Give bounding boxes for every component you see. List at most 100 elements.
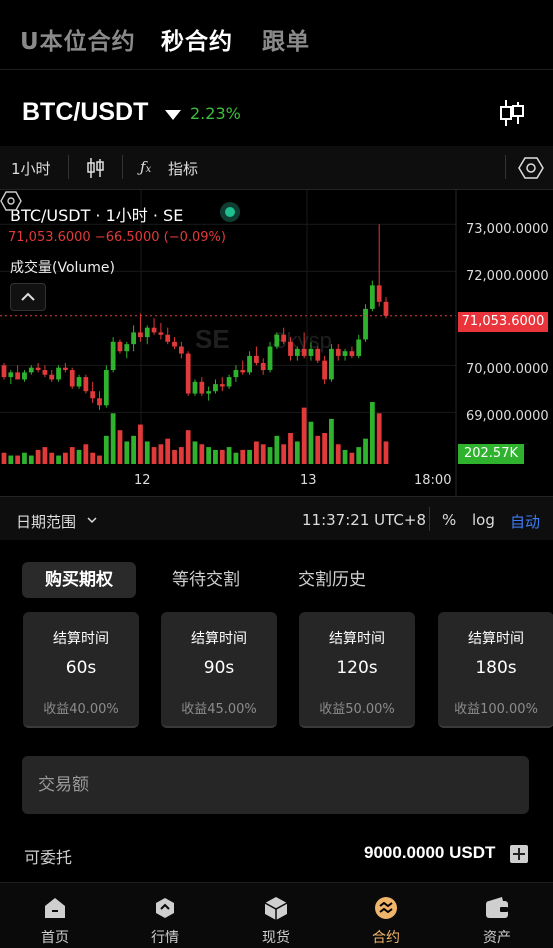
toolbar-divider <box>505 155 506 179</box>
tab-buy-option[interactable]: 购买期权 <box>22 562 136 598</box>
x-tick: 13 <box>300 473 317 488</box>
volume-bar <box>213 449 218 464</box>
log-toggle[interactable]: log <box>472 511 495 529</box>
volume-bar <box>97 455 102 464</box>
candle-body <box>151 327 157 333</box>
x-tick: 18:00 <box>414 473 452 488</box>
nav-spot[interactable]: 现货 <box>221 883 331 948</box>
candle <box>356 334 362 359</box>
candle <box>138 313 143 342</box>
y-tick: 72,000.0000 <box>466 269 549 284</box>
home-icon <box>45 898 65 918</box>
chart-settings-icon[interactable] <box>0 190 22 212</box>
candle-body <box>90 391 96 399</box>
nav-label: 现货 <box>262 930 290 946</box>
candle <box>363 304 368 342</box>
volume-bar <box>260 444 266 464</box>
candle-body <box>254 355 259 363</box>
volume-bar <box>138 424 143 464</box>
chart-toolbar: 1小时 ƒx 指标 <box>0 146 553 190</box>
duration-card[interactable]: 结算时间 90s 收益45.00% <box>161 612 277 728</box>
pair-change: 2.23% <box>190 104 241 123</box>
candle-body <box>63 367 68 371</box>
chart-price-line: 71,053.6000 −66.5000 (−0.09%) <box>8 230 226 245</box>
collapse-legend-button[interactable] <box>10 283 46 311</box>
duration-card[interactable]: 结算时间 120s 收益50.00% <box>299 612 415 728</box>
card-yield: 收益45.00% <box>181 702 257 717</box>
candle-body <box>383 301 389 316</box>
volume-bar <box>117 430 123 464</box>
current-price-tag: 71,053.6000 <box>458 312 548 332</box>
volume-bar <box>240 449 246 464</box>
duration-cards: 结算时间 60s 收益40.00% 结算时间 90s 收益45.00% 结算时间… <box>0 612 553 730</box>
toolbar-divider <box>122 155 123 179</box>
nav-market[interactable]: 行情 <box>110 883 220 948</box>
candle <box>315 346 321 363</box>
candle-body <box>1 365 7 378</box>
price-chart[interactable]: SE Skysp BTC/USDT · 1小时 · SE 71,053.6000… <box>0 190 553 496</box>
volume-bar <box>322 433 327 464</box>
volume-bar <box>356 447 362 464</box>
add-funds-icon[interactable] <box>510 845 528 863</box>
volume-bar <box>342 449 348 464</box>
tab-pending-settlement[interactable]: 等待交割 <box>160 562 252 598</box>
candle <box>124 341 130 359</box>
candle-body <box>69 370 75 387</box>
x-tick: 12 <box>134 473 151 488</box>
candle <box>342 348 348 361</box>
candle <box>117 339 123 354</box>
nav-contract[interactable]: 合约 <box>331 883 441 948</box>
volume-bar <box>22 452 27 464</box>
nav-label: 合约 <box>372 930 400 946</box>
candle <box>131 325 136 352</box>
tab-settlement-history[interactable]: 交割历史 <box>286 562 378 598</box>
candle-body <box>35 367 41 371</box>
candle-body <box>274 334 280 347</box>
candle-body <box>199 381 205 394</box>
auto-scale-toggle[interactable]: 自动 <box>510 511 540 532</box>
volume-bar <box>301 407 307 464</box>
candlestick-toggle-icon[interactable] <box>498 98 526 128</box>
candle-body <box>315 348 321 361</box>
volume-bar <box>363 438 368 464</box>
indicators-button[interactable]: 指标 <box>168 158 198 179</box>
clock-display[interactable]: 11:37:21 UTC+8 <box>302 511 426 529</box>
candle <box>329 344 334 382</box>
volume-bar <box>206 447 212 464</box>
interval-selector[interactable]: 1小时 <box>11 158 51 179</box>
tab-second-contract[interactable]: 秒合约 <box>161 22 233 56</box>
nav-home[interactable]: 首页 <box>0 883 110 948</box>
volume-bar <box>165 438 171 464</box>
volume-bar <box>308 421 314 464</box>
settings-hexagon-icon[interactable] <box>518 155 544 181</box>
date-range-button[interactable]: 日期范围 <box>16 511 76 532</box>
chevron-down-icon[interactable] <box>86 515 98 525</box>
percent-toggle[interactable]: % <box>442 511 456 529</box>
candle-body <box>165 334 171 342</box>
trade-amount-input[interactable] <box>22 756 529 814</box>
candle <box>28 365 34 375</box>
candle-body <box>329 348 334 380</box>
volume-bar <box>103 435 109 464</box>
candle <box>376 224 382 307</box>
duration-card[interactable]: 结算时间 180s 收益100.00% <box>438 612 553 728</box>
candle-body <box>110 341 116 371</box>
card-duration: 60s <box>65 658 97 678</box>
tab-usdt-futures[interactable]: U本位合约 <box>20 22 136 56</box>
duration-card[interactable]: 结算时间 60s 收益40.00% <box>23 612 139 728</box>
candle-body <box>97 398 102 406</box>
pair-name[interactable]: BTC/USDT <box>22 98 148 127</box>
function-icon[interactable]: ƒx <box>140 158 151 176</box>
pair-dropdown-icon[interactable] <box>165 110 181 120</box>
nav-assets[interactable]: 资产 <box>442 883 552 948</box>
volume-bar <box>192 441 198 464</box>
candle-body <box>376 285 382 302</box>
volume-bar <box>178 447 184 464</box>
wallet-icon <box>486 897 508 918</box>
volume-bar <box>49 452 55 464</box>
candle <box>35 362 41 373</box>
volume-bar <box>1 452 7 464</box>
tab-copy-trading[interactable]: 跟单 <box>262 22 310 56</box>
chart-type-icon[interactable] <box>86 156 106 180</box>
candle-body <box>260 362 266 371</box>
